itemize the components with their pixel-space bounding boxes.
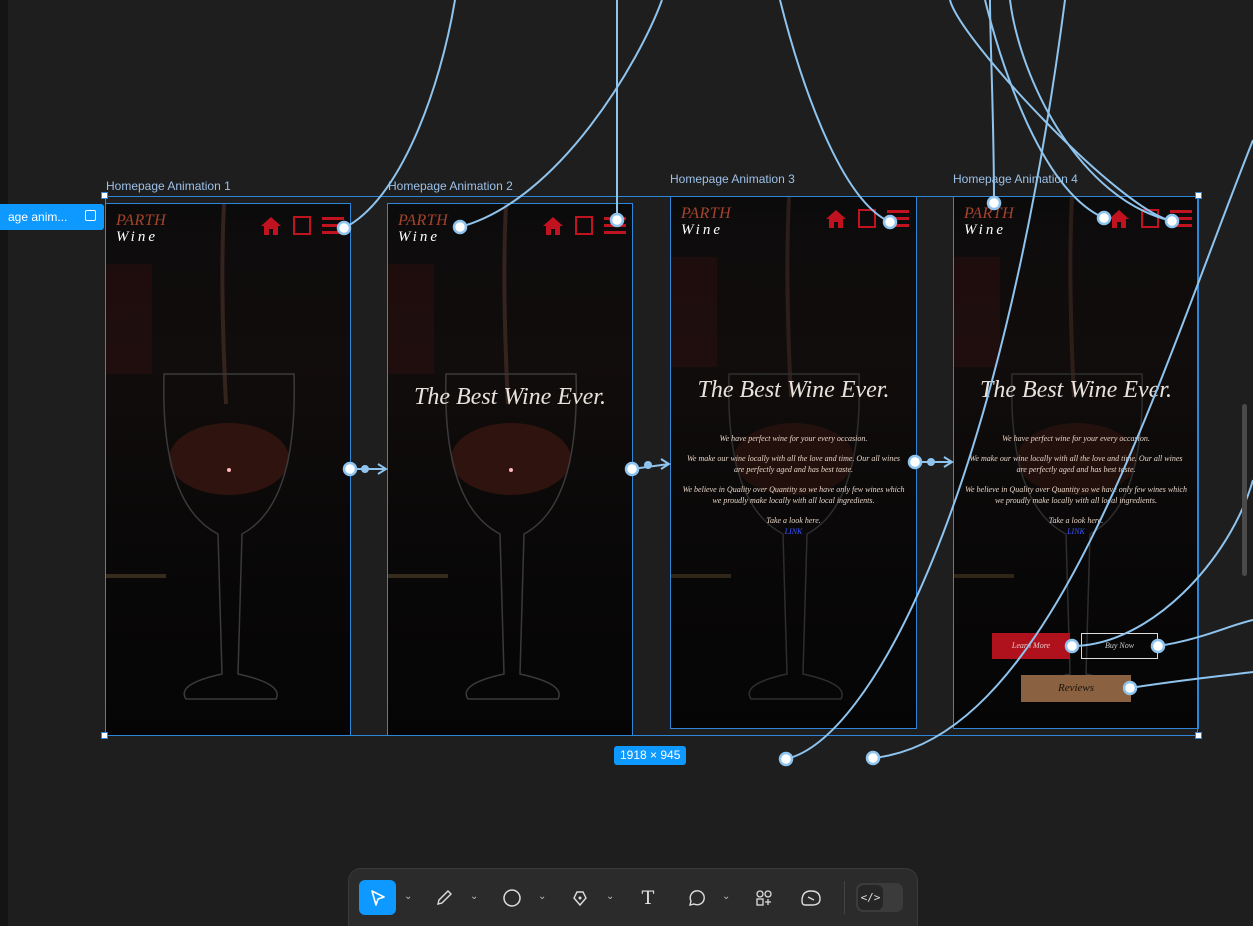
bottom-toolbar: ⌄ ⌄ ⌄ ⌄ T ⌄ </> bbox=[349, 869, 917, 926]
frame-label-1[interactable]: Homepage Animation 1 bbox=[106, 179, 231, 193]
left-strip bbox=[0, 0, 8, 926]
code-icon: </> bbox=[858, 885, 883, 910]
comment-icon[interactable] bbox=[683, 880, 709, 915]
selection-size-badge: 1918 × 945 bbox=[614, 746, 687, 765]
resize-handle-bottom-left[interactable] bbox=[101, 732, 108, 739]
resize-handle-bottom-right[interactable] bbox=[1195, 732, 1202, 739]
flow-starting-point-chip[interactable]: age anim... bbox=[0, 204, 104, 230]
toolbar-divider bbox=[844, 881, 845, 914]
move-icon[interactable] bbox=[359, 880, 396, 915]
chevron-down-icon[interactable]: ⌄ bbox=[470, 891, 478, 902]
play-flow-icon[interactable] bbox=[85, 210, 96, 221]
chevron-down-icon[interactable]: ⌄ bbox=[606, 891, 614, 902]
dev-mode-toggle[interactable]: </> bbox=[856, 883, 903, 912]
actions-icon[interactable] bbox=[797, 880, 825, 915]
components-icon[interactable] bbox=[751, 880, 777, 915]
resize-handle-top-right[interactable] bbox=[1195, 192, 1202, 199]
frame-label-4[interactable]: Homepage Animation 4 bbox=[953, 172, 1078, 186]
selection-box[interactable] bbox=[105, 196, 1198, 736]
text-icon[interactable]: T bbox=[635, 880, 661, 915]
canvas-scrollbar[interactable] bbox=[1242, 404, 1247, 576]
chevron-down-icon[interactable]: ⌄ bbox=[722, 891, 730, 902]
ellipse-icon[interactable] bbox=[499, 880, 525, 915]
chevron-down-icon[interactable]: ⌄ bbox=[538, 891, 546, 902]
pencil-icon[interactable] bbox=[431, 880, 457, 915]
pen-icon[interactable] bbox=[567, 880, 593, 915]
frame-label-2[interactable]: Homepage Animation 2 bbox=[388, 179, 513, 193]
flow-chip-label: age anim... bbox=[8, 210, 68, 224]
resize-handle-top-left[interactable] bbox=[101, 192, 108, 199]
chevron-down-icon[interactable]: ⌄ bbox=[404, 891, 412, 902]
frame-label-3[interactable]: Homepage Animation 3 bbox=[670, 172, 795, 186]
